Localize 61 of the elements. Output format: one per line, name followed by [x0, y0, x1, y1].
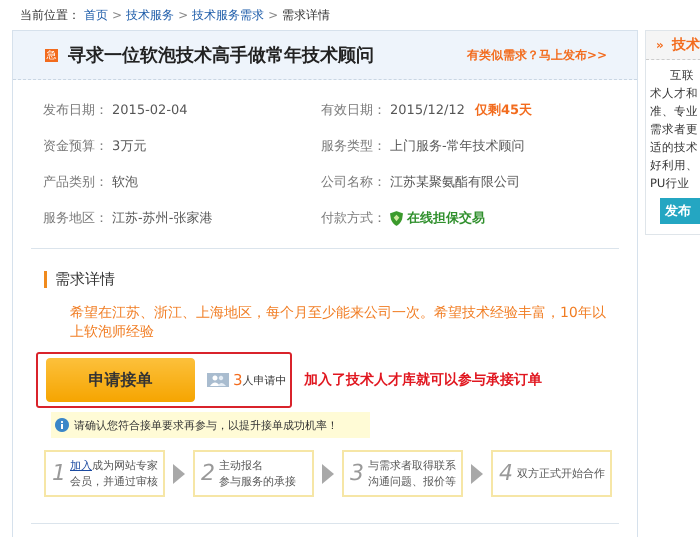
step-text: 双方正式开始合作: [517, 466, 605, 480]
remaining-days: 仅剩45天: [474, 101, 532, 119]
applicant-count: 3: [233, 371, 243, 389]
shield-icon: [390, 210, 403, 226]
step-text: 与需求者取得联系: [368, 458, 456, 472]
field-value: 上门服务-常年技术顾问: [390, 138, 525, 155]
people-icon: [207, 373, 229, 387]
field-label: 产品类别：: [43, 174, 108, 191]
field-label: 服务地区：: [43, 210, 108, 227]
step-arrow-icon: [471, 464, 483, 484]
field-value: 2015/12/12: [390, 102, 465, 118]
breadcrumb-link[interactable]: 技术服务需求: [192, 6, 264, 24]
field-value: 江苏某聚氨酯有限公司: [390, 174, 520, 191]
panel-text: 适的技术: [650, 139, 699, 156]
step-number: 1: [52, 461, 66, 486]
panel-text: 需求者更: [650, 121, 699, 138]
field-value: 2015-02-04: [112, 102, 188, 118]
field-value: 3万元: [112, 138, 146, 155]
info-icon: [55, 418, 69, 432]
step-number: 4: [499, 461, 513, 486]
applicant-label: 人申请中: [242, 372, 287, 388]
panel-title: 技术: [672, 36, 700, 54]
field-value: 在线担保交易: [407, 210, 485, 227]
breadcrumb-link[interactable]: 首页: [84, 6, 108, 24]
urgent-badge: 急: [45, 48, 58, 62]
field-value: 软泡: [112, 174, 138, 191]
breadcrumb-label: 当前位置：: [20, 6, 80, 24]
demand-description: 希望在江苏、浙江、上海地区，每个月至少能来公司一次。希望技术经验丰富，10年以上软泡师经验: [70, 304, 607, 342]
step-arrow-icon: [322, 464, 334, 484]
breadcrumb-separator: >: [112, 8, 122, 22]
field-label: 公司名称：: [321, 174, 386, 191]
section-title: 需求详情: [44, 271, 637, 288]
field-label: 资金预算：: [43, 138, 108, 155]
demand-title: 寻求一位软泡技术高手做常年技术顾问: [68, 44, 375, 67]
apply-button[interactable]: 申请接单: [46, 358, 195, 402]
step-text: 会员，并通过审核: [70, 474, 158, 488]
annotation-text: 加入了技术人才库就可以参与承接订单: [304, 371, 542, 389]
field-value: 江苏-苏州-张家港: [112, 210, 212, 227]
step-text: 成为网站专家: [92, 458, 158, 472]
step-arrow-icon: [173, 464, 185, 484]
join-link[interactable]: 加入: [70, 458, 92, 472]
panel-text: 术人才和: [650, 85, 699, 102]
step-number: 2: [201, 461, 215, 486]
step-text: 主动报名: [219, 458, 263, 472]
panel-text: 准、专业: [650, 103, 699, 120]
field-label: 付款方式：: [321, 210, 386, 227]
chevron-icon: »: [656, 38, 664, 52]
field-label: 有效日期：: [321, 102, 386, 119]
notice-text: 请确认您符合接单要求再参与，以提升接单成功机率！: [74, 418, 338, 432]
breadcrumb-separator: >: [268, 8, 278, 22]
breadcrumb-current: 需求详情: [282, 6, 330, 24]
step-text: 参与服务的承接: [219, 474, 296, 488]
step-text: 沟通问题、报价等: [368, 474, 456, 488]
field-label: 发布日期：: [43, 102, 108, 119]
panel-text: PU行业: [650, 175, 690, 192]
step-number: 3: [350, 461, 364, 486]
breadcrumb-link[interactable]: 技术服务: [126, 6, 174, 24]
panel-text: 互联: [669, 67, 695, 84]
breadcrumb-separator: >: [178, 8, 188, 22]
field-label: 服务类型：: [321, 138, 386, 155]
panel-text: 好利用、: [650, 157, 699, 174]
